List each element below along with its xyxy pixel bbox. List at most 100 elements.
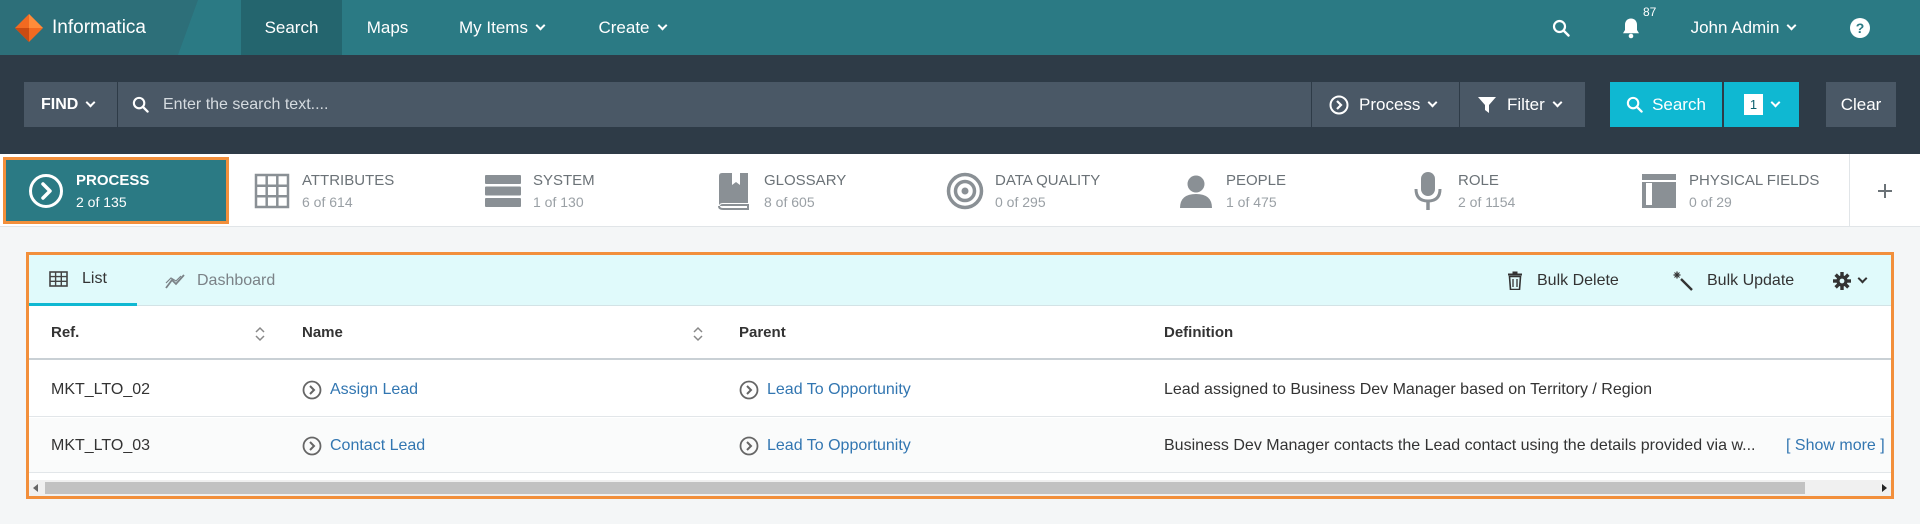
category-label: PEOPLE: [1226, 171, 1287, 189]
category-count: 1 of 130: [533, 193, 584, 210]
category-label: GLOSSARY: [764, 171, 847, 189]
row-parent-link[interactable]: Lead To Opportunity: [739, 362, 911, 417]
svg-text:?: ?: [1856, 20, 1865, 36]
nav-create[interactable]: Create: [582, 0, 682, 55]
add-category-button[interactable]: [1849, 154, 1920, 227]
scrollbar-thumb[interactable]: [45, 482, 1805, 494]
chevron-down-icon: [1857, 273, 1868, 284]
category-physical-fields[interactable]: PHYSICAL FIELDS 0 of 29: [1639, 154, 1819, 227]
search-icon: [1626, 96, 1643, 113]
chevron-down-icon: [1552, 97, 1563, 108]
process-icon: [26, 171, 66, 211]
filter-label: Filter: [1507, 94, 1545, 114]
table-row[interactable]: MKT_LTO_03 Contact Lead Lead To Opportun…: [29, 418, 1891, 473]
category-count: 0 of 295: [995, 193, 1046, 210]
settings-dropdown[interactable]: [1833, 255, 1868, 306]
find-dropdown[interactable]: FIND: [24, 82, 117, 127]
category-process[interactable]: PROCESS 2 of 135: [3, 157, 229, 224]
clear-button[interactable]: Clear: [1826, 82, 1896, 127]
sort-icon[interactable]: [693, 326, 703, 342]
chart-line-icon: [165, 273, 185, 289]
notifications-button[interactable]: [1619, 0, 1643, 55]
horizontal-scrollbar[interactable]: [29, 480, 1891, 496]
entity-type-label: Process: [1359, 94, 1421, 114]
filter-icon: [1478, 96, 1496, 113]
column-ref[interactable]: Ref.: [51, 306, 79, 358]
column-parent[interactable]: Parent: [739, 306, 786, 358]
bulk-update-button[interactable]: Bulk Update: [1673, 255, 1794, 306]
process-icon: [739, 380, 759, 399]
search-icon: [132, 96, 149, 113]
table-row[interactable]: MKT_LTO_02 Assign Lead Lead To Opportuni…: [29, 362, 1891, 417]
nav-maps[interactable]: Maps: [342, 0, 433, 55]
row-parent-label: Lead To Opportunity: [767, 436, 911, 454]
category-label: ROLE: [1458, 171, 1499, 189]
column-parent-label: Parent: [739, 323, 786, 341]
help-icon: ?: [1850, 17, 1870, 38]
category-people[interactable]: PEOPLE 1 of 475: [1176, 154, 1286, 227]
category-role[interactable]: ROLE 2 of 1154: [1408, 154, 1515, 227]
tab-list[interactable]: List: [29, 255, 137, 306]
clear-label: Clear: [1840, 94, 1882, 114]
search-input[interactable]: [149, 82, 1311, 127]
scroll-right-icon[interactable]: [1882, 484, 1887, 492]
bulk-delete-button[interactable]: Bulk Delete: [1507, 255, 1619, 306]
category-label: SYSTEM: [533, 171, 595, 189]
category-label: ATTRIBUTES: [302, 171, 395, 189]
row-definition: Lead assigned to Business Dev Manager ba…: [1164, 380, 1652, 398]
row-ref: MKT_LTO_03: [51, 436, 151, 454]
tab-list-label: List: [82, 270, 107, 287]
process-icon: [302, 436, 322, 455]
column-definition[interactable]: Definition: [1164, 306, 1233, 358]
row-ref: MKT_LTO_02: [51, 380, 151, 398]
row-parent-link[interactable]: Lead To Opportunity: [739, 418, 911, 473]
tab-dashboard[interactable]: Dashboard: [165, 255, 275, 306]
category-count: 0 of 29: [1689, 193, 1732, 210]
chevron-down-icon: [1786, 20, 1797, 31]
chevron-down-icon: [1427, 97, 1438, 108]
tab-dashboard-label: Dashboard: [197, 271, 276, 289]
notification-count: 87: [1643, 5, 1657, 19]
user-menu[interactable]: John Admin: [1683, 0, 1803, 55]
category-attributes[interactable]: ATTRIBUTES 6 of 614: [252, 154, 394, 227]
scroll-left-icon[interactable]: [33, 484, 38, 492]
nav-maps-label: Maps: [366, 17, 409, 37]
find-label: FIND: [41, 95, 79, 113]
process-icon: [302, 380, 322, 399]
server-icon: [483, 171, 523, 211]
plus-icon: [1878, 183, 1892, 198]
column-ref-label: Ref.: [51, 323, 80, 341]
category-count: 1 of 475: [1226, 193, 1277, 210]
row-name-link[interactable]: Contact Lead: [302, 418, 425, 473]
search-button[interactable]: Search: [1610, 82, 1722, 127]
saved-search-count-dropdown[interactable]: 1: [1724, 82, 1799, 127]
category-label: DATA QUALITY: [995, 171, 1101, 189]
category-system[interactable]: SYSTEM 1 of 130: [483, 154, 595, 227]
bulk-delete-label: Bulk Delete: [1537, 271, 1619, 289]
row-name-link[interactable]: Assign Lead: [302, 362, 418, 417]
search-count: 1: [1744, 94, 1763, 115]
entity-type-dropdown[interactable]: Process: [1312, 82, 1459, 127]
chevron-down-icon: [535, 20, 546, 31]
column-name[interactable]: Name: [302, 306, 343, 358]
filter-dropdown[interactable]: Filter: [1460, 82, 1585, 127]
book-icon: [714, 171, 754, 211]
help-button[interactable]: ?: [1848, 0, 1872, 55]
results-panel: List Dashboard Bulk Delete Bulk Update R…: [26, 252, 1894, 499]
top-navigation: Informatica Search Maps My Items Create …: [0, 0, 1920, 55]
brand[interactable]: Informatica: [0, 0, 198, 55]
nav-search[interactable]: Search: [241, 0, 342, 55]
category-data-quality[interactable]: DATA QUALITY 0 of 295: [945, 154, 1100, 227]
search-band: FIND Process Filter Search 1: [0, 55, 1920, 154]
category-label: PHYSICAL FIELDS: [1689, 171, 1820, 189]
bulk-update-label: Bulk Update: [1707, 271, 1795, 289]
search-box: [118, 82, 1311, 127]
global-search-button[interactable]: [1549, 0, 1573, 55]
nav-search-label: Search: [264, 17, 319, 37]
nav-my-items-label: My Items: [459, 17, 528, 37]
results-toolbar: List Dashboard Bulk Delete Bulk Update: [29, 255, 1891, 306]
nav-my-items[interactable]: My Items: [440, 0, 563, 55]
sort-icon[interactable]: [255, 326, 265, 342]
show-more-link[interactable]: [ Show more ]: [1786, 418, 1885, 473]
category-glossary[interactable]: GLOSSARY 8 of 605: [714, 154, 846, 227]
